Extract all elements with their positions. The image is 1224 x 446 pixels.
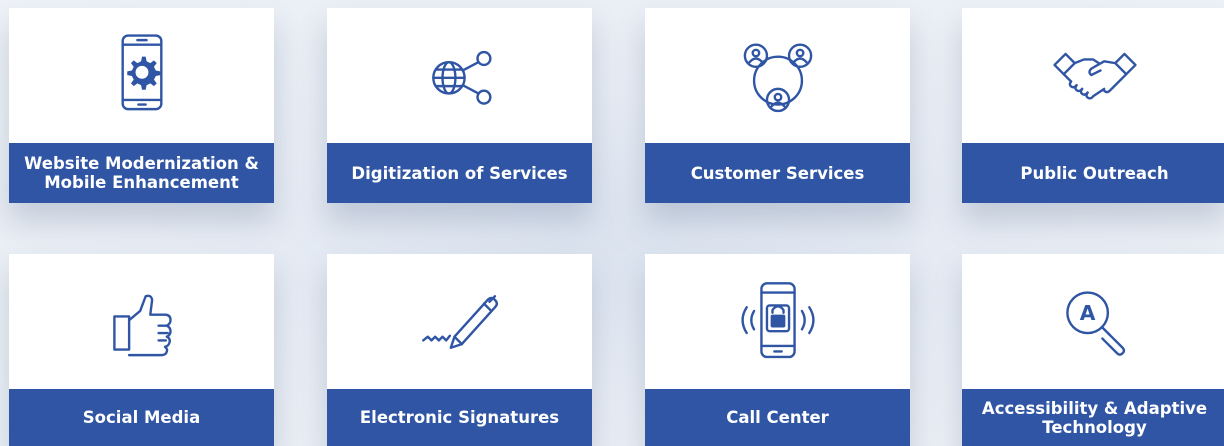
service-card-social-media[interactable]: Social Media	[9, 254, 274, 446]
globe-share-icon	[327, 8, 592, 143]
service-label: Accessibility & Adaptive Technology	[962, 389, 1224, 446]
service-label: Digitization of Services	[327, 143, 592, 203]
service-label: Customer Services	[645, 143, 910, 203]
handshake-icon	[962, 8, 1224, 143]
pen-signature-icon	[327, 254, 592, 389]
service-card-public-outreach[interactable]: Public Outreach	[962, 8, 1224, 203]
service-label: Social Media	[9, 389, 274, 446]
service-card-electronic-signatures[interactable]: Electronic Signatures	[327, 254, 592, 446]
accessibility-letter: A	[1079, 301, 1095, 325]
service-card-website-modernization[interactable]: Website Modernization & Mobile Enhanceme…	[9, 8, 274, 203]
service-card-accessibility[interactable]: A Accessibility & Adaptive Technology	[962, 254, 1224, 446]
magnifier-accessibility-icon: A	[962, 254, 1224, 389]
mobile-gear-icon	[9, 8, 274, 143]
thumbs-up-icon	[9, 254, 274, 389]
service-label: Call Center	[645, 389, 910, 446]
service-card-call-center[interactable]: Call Center	[645, 254, 910, 446]
customers-network-icon	[645, 8, 910, 143]
service-label: Electronic Signatures	[327, 389, 592, 446]
service-card-digitization[interactable]: Digitization of Services	[327, 8, 592, 203]
service-label: Public Outreach	[962, 143, 1224, 203]
service-label: Website Modernization & Mobile Enhanceme…	[9, 143, 274, 203]
phone-lock-icon	[645, 254, 910, 389]
service-card-customer-services[interactable]: Customer Services	[645, 8, 910, 203]
